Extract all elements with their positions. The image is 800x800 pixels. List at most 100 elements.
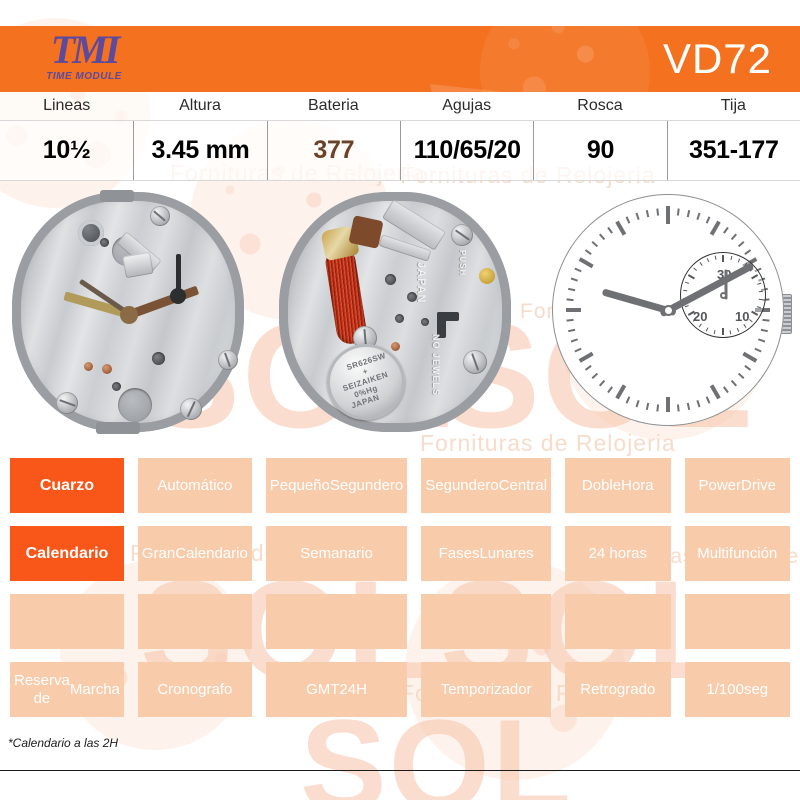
specification-table: Lineas 10½ Altura 3.45 mm Bateria 377 Agujas 11…	[0, 92, 800, 180]
screw	[218, 350, 238, 370]
post-marker	[176, 254, 181, 290]
jewel	[391, 342, 400, 351]
center-post	[120, 306, 138, 324]
chip-line: Lunares	[479, 544, 534, 562]
screw	[180, 398, 202, 420]
spec-value-cell: 10½	[0, 120, 134, 180]
spec-column: Agujas 110/65/20	[399, 92, 534, 180]
feature-chip[interactable]: 24 horas	[565, 526, 671, 581]
chip-line: Drive	[741, 476, 777, 494]
screw	[463, 350, 487, 374]
feature-grid: Cuarzo Automático Pequeño Segundero Segunder…	[0, 458, 800, 717]
spec-bottom-divider	[0, 180, 800, 181]
feature-chip[interactable]: Temporizador	[421, 662, 552, 717]
spec-column: Altura 3.45 mm	[133, 92, 267, 180]
chip-line: GMT	[306, 680, 340, 698]
feature-chip[interactable]: Gran Calendario	[137, 526, 252, 581]
spec-value-cell: 377	[266, 120, 400, 180]
spec-value-cell: 351-177	[666, 120, 800, 180]
stamp-push: PUSH	[458, 250, 467, 277]
stamp-no-jewels: NO JEWELS	[431, 334, 441, 397]
spec-value-cell: 110/65/20	[399, 120, 534, 180]
feature-chip-empty[interactable]	[565, 594, 671, 649]
chip-line: Central	[498, 476, 548, 494]
black-contact-2	[437, 312, 459, 321]
subdial-numeral-10: 10	[735, 309, 750, 324]
chip-line: Gran	[141, 544, 176, 562]
chip-line: Doble	[581, 476, 622, 494]
feature-chip-empty[interactable]	[265, 594, 408, 649]
spec-label: Tija	[666, 92, 800, 120]
tmi-logo: TMI TIME MODULE	[24, 29, 144, 91]
feature-chip[interactable]: Cuarzo	[10, 458, 124, 513]
footer-rule	[0, 770, 800, 771]
chip-line: Marcha	[69, 680, 120, 698]
watch-dial-image: 30 20 10	[548, 190, 792, 442]
movement-back-image: JAPAN NO JEWELS PUSH SR626SW + SEIZAIKEN…	[279, 192, 511, 440]
spec-value-cell: 3.45 mm	[133, 120, 267, 180]
chip-line: Fases	[438, 544, 480, 562]
feature-chip[interactable]: Semanario	[265, 526, 408, 581]
feature-chip[interactable]: Multifunción	[684, 526, 790, 581]
feature-chip-empty[interactable]	[137, 594, 252, 649]
spec-sheet-page: SOL SOL SOL SOL SOL Fornituras de Reloje…	[0, 0, 800, 800]
feature-chip[interactable]: Reserva de Marcha	[10, 662, 124, 717]
feature-chip[interactable]: Pequeño Segundero	[265, 458, 408, 513]
movement-images: JAPAN NO JEWELS PUSH SR626SW + SEIZAIKEN…	[0, 186, 800, 448]
spec-value: 90	[586, 135, 615, 164]
chip-line: seg	[743, 680, 769, 698]
header-gear-decoration	[480, 26, 650, 92]
feature-chip[interactable]: Fases Lunares	[421, 526, 552, 581]
spec-header-divider	[0, 120, 800, 121]
jewel	[102, 364, 112, 374]
spec-value: 10½	[42, 135, 91, 164]
header-bar: TMI TIME MODULE VD72	[0, 26, 800, 92]
battery-cell: SR626SW + SEIZAIKEN 0%Hg JAPAN	[327, 344, 405, 420]
logo-wordmark: TMI	[50, 27, 121, 72]
chip-line: Calendario	[175, 544, 248, 562]
plate-hole	[112, 382, 121, 391]
spec-value: 110/65/20	[413, 135, 521, 164]
post-marker-dot	[170, 288, 186, 304]
feature-chip[interactable]: Automático	[137, 458, 252, 513]
spec-value: 351-177	[688, 135, 779, 164]
plate-hole	[385, 274, 396, 285]
chip-line: 24H	[339, 680, 367, 698]
footnote: *Calendario a las 2H	[8, 736, 119, 750]
chip-line: Hora	[621, 476, 654, 494]
feature-chip[interactable]: Power Drive	[684, 458, 790, 513]
feature-chip[interactable]: Segundero Central	[421, 458, 552, 513]
notch	[100, 190, 134, 202]
feature-chip[interactable]: Doble Hora	[565, 458, 671, 513]
plate-hole	[118, 388, 152, 422]
subdial-numeral-20: 20	[693, 309, 708, 324]
spec-column: Tija 351-177	[666, 92, 800, 180]
spec-label: Rosca	[533, 92, 667, 120]
plate-hole	[152, 352, 165, 365]
feature-chip[interactable]: 1/100 seg	[684, 662, 790, 717]
feature-chip-empty[interactable]	[421, 594, 552, 649]
screw	[56, 392, 78, 414]
spec-column: Rosca 90	[533, 92, 667, 180]
feature-chip-empty[interactable]	[10, 594, 124, 649]
feature-chip-empty[interactable]	[684, 594, 790, 649]
feature-chip[interactable]: Cronografo	[137, 662, 252, 717]
chip-line: Power	[698, 476, 742, 494]
jewel	[84, 362, 93, 371]
model-number: VD72	[662, 35, 772, 82]
dial-face: 30 20 10	[552, 194, 784, 426]
spec-label: Bateria	[266, 92, 400, 120]
notch	[96, 422, 140, 434]
feature-chip[interactable]: Calendario	[10, 526, 124, 581]
spec-value: 3.45 mm	[151, 135, 250, 164]
chip-line: Segundero	[329, 476, 404, 494]
feature-chip[interactable]: Retrogrado	[565, 662, 671, 717]
spec-column: Lineas 10½	[0, 92, 134, 180]
screw	[451, 224, 473, 246]
feature-chip[interactable]: GMT 24H	[265, 662, 408, 717]
spec-value: 377	[313, 135, 355, 164]
chip-line: 1/100	[706, 680, 744, 698]
spec-label: Altura	[133, 92, 267, 120]
logo-tagline: TIME MODULE	[46, 71, 122, 82]
chip-line: Segundero	[425, 476, 499, 494]
